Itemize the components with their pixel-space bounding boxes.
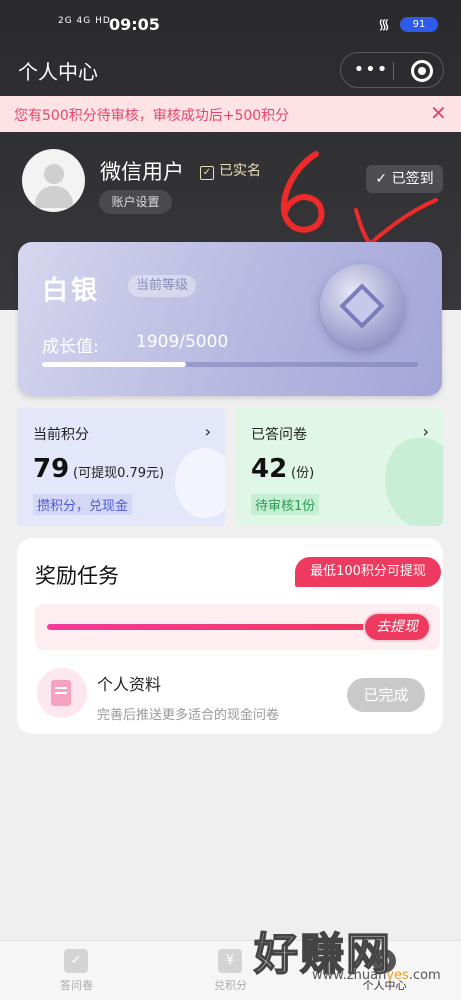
tab-label: 答问卷 bbox=[60, 979, 93, 992]
avatar-head-shape bbox=[44, 164, 64, 184]
chevron-right-icon: › bbox=[204, 422, 211, 441]
surveys-pending-pill: 待审核1份 bbox=[251, 494, 320, 515]
survey-icon: ✓ bbox=[64, 949, 88, 973]
notice-text: 您有500积分待审核，审核成功后+500积分 bbox=[14, 108, 290, 124]
avatar-body-shape bbox=[35, 186, 73, 208]
signed-in-button[interactable]: ✓ 已签到 bbox=[366, 165, 443, 193]
close-target-icon[interactable] bbox=[411, 60, 433, 82]
wifi-icon: ᯾ bbox=[378, 17, 390, 33]
points-withdrawable: (可提现0.79元) bbox=[73, 466, 165, 481]
more-dots-icon[interactable]: ••• bbox=[351, 59, 391, 80]
status-bar: 2G 4G HD 09:05 ᯾ 91 bbox=[0, 0, 461, 48]
close-icon[interactable]: ✕ bbox=[430, 101, 447, 125]
signal-icon: 2G 4G HD bbox=[58, 16, 111, 26]
points-label: 当前积分 bbox=[33, 427, 89, 443]
growth-value: 1909/5000 bbox=[136, 332, 229, 352]
surveys-unit: (份) bbox=[291, 466, 315, 481]
reward-tasks-title: 奖励任务 bbox=[35, 564, 119, 588]
current-level-tag: 当前等级 bbox=[128, 275, 197, 297]
growth-progress-fill bbox=[42, 362, 186, 367]
check-box-icon: ✓ bbox=[200, 166, 214, 180]
page-title: 个人中心 bbox=[18, 60, 98, 84]
nav-bar: 个人中心 ••• bbox=[0, 48, 461, 92]
notice-bar: 您有500积分待审核，审核成功后+500积分 ✕ bbox=[0, 96, 461, 132]
silver-medal-icon bbox=[320, 264, 404, 348]
profile-doc-icon bbox=[37, 668, 87, 718]
watermark-url-highlight: yes bbox=[386, 968, 409, 983]
min-withdraw-badge: 最低100积分可提现 bbox=[295, 557, 441, 587]
withdraw-progress-box: 去提现 bbox=[35, 604, 440, 650]
document-icon bbox=[51, 680, 71, 706]
withdraw-button[interactable]: 去提现 bbox=[365, 614, 429, 640]
answered-surveys-card[interactable]: 已答问卷 › 42 (份) 待审核1份 bbox=[235, 408, 443, 526]
task-description: 完善后推送更多适合的现金问卷 bbox=[97, 708, 280, 723]
site-watermark: 好赚网 www.zhuanyes.com bbox=[253, 918, 444, 988]
points-pill: 攒积分，兑现金 bbox=[33, 494, 133, 515]
reward-tasks-card: 奖励任务 最低100积分可提现 去提现 个人资料 完善后推送更多适合的现金问卷 … bbox=[17, 538, 443, 734]
capsule-divider bbox=[393, 62, 394, 80]
battery-icon: 91 bbox=[400, 17, 438, 32]
account-settings-button[interactable]: 账户设置 bbox=[99, 190, 172, 214]
status-time: 09:05 bbox=[109, 15, 160, 34]
points-value: 79 bbox=[33, 454, 70, 484]
growth-progress-track bbox=[42, 362, 418, 367]
growth-label: 成长值: bbox=[42, 337, 99, 357]
diamond-emblem-icon bbox=[339, 283, 385, 329]
watermark-url-part: .com bbox=[408, 968, 441, 983]
surveys-value: 42 bbox=[251, 454, 288, 484]
user-name: 微信用户 bbox=[100, 160, 184, 184]
mini-program-capsule: ••• bbox=[340, 52, 444, 88]
verified-badge: ✓ 已实名 bbox=[200, 160, 261, 180]
task-name: 个人资料 bbox=[97, 675, 162, 694]
level-name: 白银 bbox=[42, 276, 101, 306]
watermark-url-part: www.zhuan bbox=[312, 968, 387, 983]
withdraw-progress-bar bbox=[47, 624, 367, 630]
verified-label: 已实名 bbox=[219, 163, 261, 179]
handwritten-six-annotation bbox=[280, 151, 325, 233]
yen-icon: ¥ bbox=[218, 949, 242, 973]
signed-in-label: 已签到 bbox=[391, 171, 434, 187]
membership-level-card[interactable]: 白银 当前等级 成长值: 1909/5000 bbox=[18, 242, 442, 396]
avatar[interactable] bbox=[22, 149, 85, 212]
surveys-label: 已答问卷 bbox=[251, 427, 307, 443]
coin-decoration-icon bbox=[175, 448, 225, 518]
current-points-card[interactable]: 当前积分 › 79 (可提现0.79元) 攒积分，兑现金 bbox=[17, 408, 225, 526]
watermark-url: www.zhuanyes.com bbox=[312, 968, 441, 983]
tab-answer-surveys[interactable]: ✓ 答问卷 bbox=[0, 941, 153, 1000]
task-completed-button[interactable]: 已完成 bbox=[347, 678, 425, 712]
document-decoration-icon bbox=[385, 438, 443, 526]
